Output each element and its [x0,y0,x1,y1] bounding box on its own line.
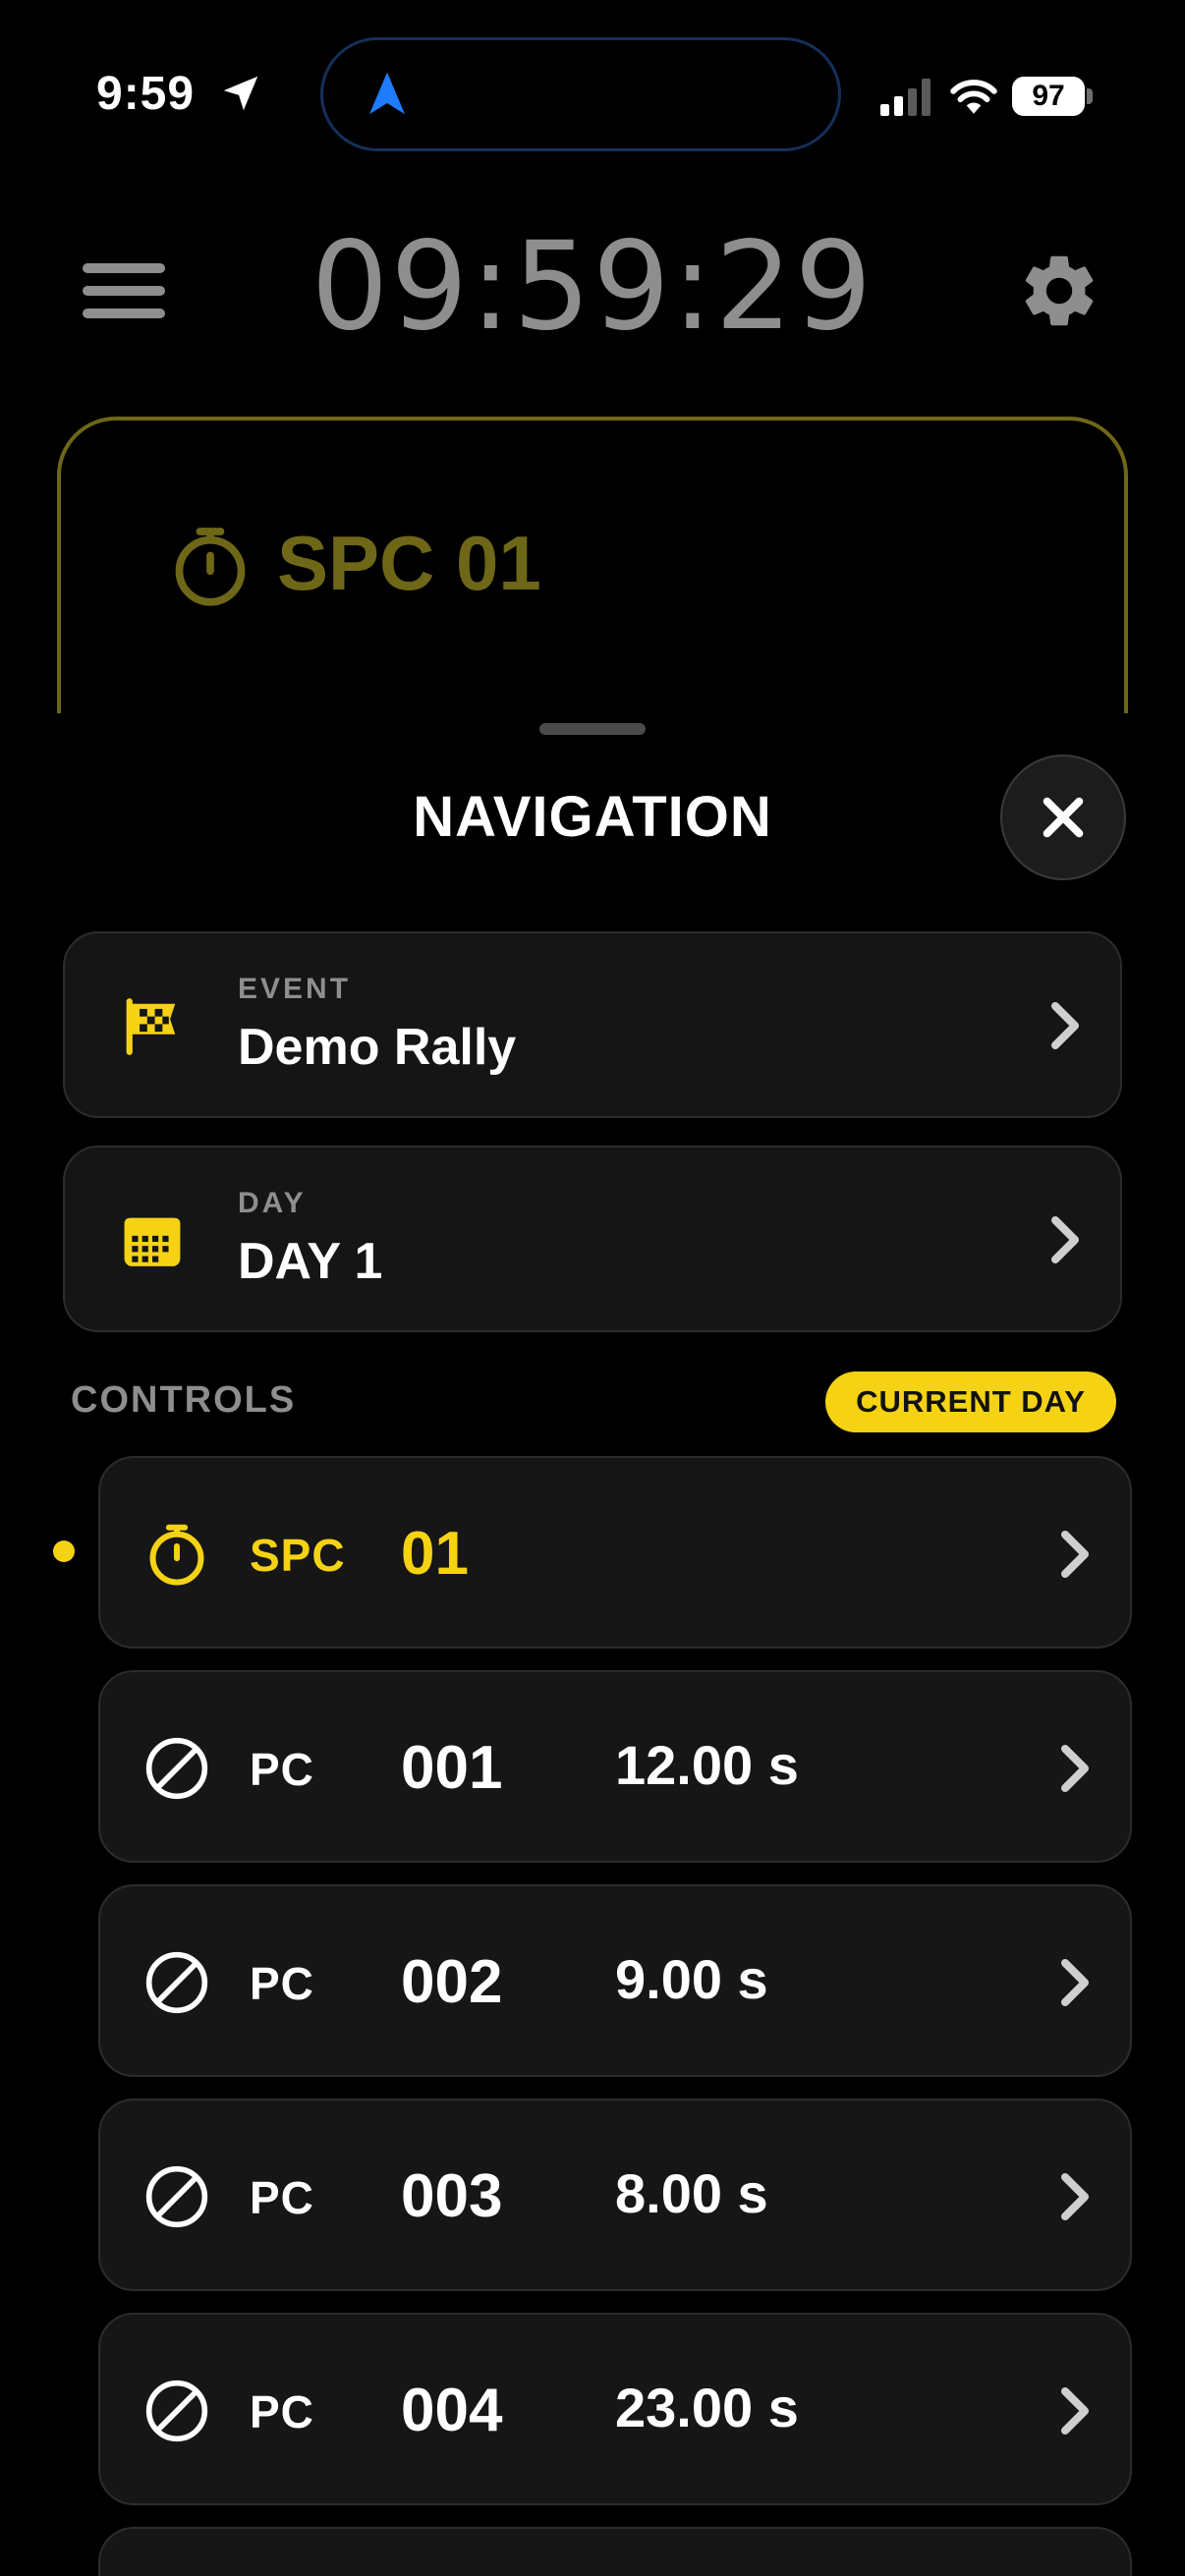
no-entry-icon [145,1737,208,1800]
event-selector[interactable]: EVENT Demo Rally [63,931,1122,1118]
control-type: PC [250,1958,314,2009]
day-selector[interactable]: DAY DAY 1 [63,1146,1122,1332]
battery-indicator: 97 [1012,77,1085,116]
stopwatch-icon [149,1524,204,1586]
control-number: 003 [401,2162,503,2230]
chevron-right-icon [1061,1745,1089,1792]
controls-heading: CONTROLS [71,1379,297,1421]
sheet-grabber[interactable] [539,723,646,735]
control-type: PC [250,1744,314,1795]
control-row-pc-001[interactable]: PC 001 12.00 s [98,1670,1132,1863]
active-control-indicator [53,1540,75,1562]
clock-display: 09:59:29 [310,216,875,358]
close-button[interactable] [1000,755,1126,880]
current-control-title: SPC 01 [277,520,541,606]
chevron-right-icon [1061,2173,1089,2220]
stopwatch-icon [175,528,246,606]
wifi-icon [950,80,997,114]
chevron-right-icon [1061,2387,1089,2435]
chevron-right-icon [1051,1002,1079,1049]
no-entry-icon [145,2380,208,2442]
close-icon [1043,797,1084,838]
control-number: 001 [401,1734,503,1802]
signal-icon [880,79,931,116]
control-row-pc-004[interactable]: PC 004 23.00 s [98,2313,1132,2505]
chevron-right-icon [1061,1959,1089,2006]
control-type: PC [250,2172,314,2223]
control-duration: 8.00 s [615,2162,768,2224]
control-row-pc-002[interactable]: PC 002 9.00 s [98,1884,1132,2077]
control-number: 004 [401,2377,503,2444]
navigation-arrow-icon [369,72,405,115]
dynamic-island [320,37,841,151]
control-duration: 23.00 s [615,2377,799,2438]
control-type: SPC [250,1530,346,1581]
control-duration: 9.00 s [615,1948,768,2010]
control-row-partial[interactable] [98,2527,1132,2576]
control-row-spc-01[interactable]: SPC 01 [98,1456,1132,1649]
status-time: 9:59 [96,68,196,120]
battery-tip [1087,88,1093,104]
day-label: DAY [238,1187,307,1219]
control-duration: 12.00 s [615,1734,799,1796]
control-number: 002 [401,1948,503,2016]
event-label: EVENT [238,973,352,1005]
control-number: 01 [401,1520,469,1588]
checkered-flag-icon [126,998,176,1055]
event-value: Demo Rally [238,1019,517,1076]
no-entry-icon [145,2165,208,2228]
control-row-pc-003[interactable]: PC 003 8.00 s [98,2099,1132,2291]
control-type: PC [250,2386,314,2437]
no-entry-icon [145,1951,208,2014]
current-day-badge: CURRENT DAY [825,1372,1116,1432]
chevron-right-icon [1051,1216,1079,1263]
chevron-right-icon [1061,1531,1089,1578]
day-value: DAY 1 [238,1233,383,1290]
calendar-icon [124,1217,181,1266]
gear-icon[interactable] [1016,248,1102,334]
location-arrow-icon [223,76,258,111]
